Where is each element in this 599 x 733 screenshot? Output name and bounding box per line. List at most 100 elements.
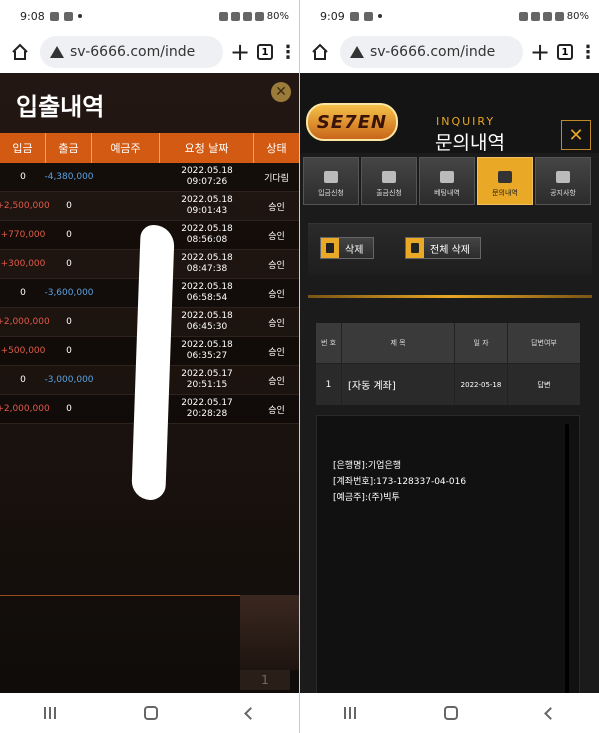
- url-field[interactable]: sv-6666.com/inde: [340, 36, 523, 68]
- delete-button[interactable]: 삭제: [320, 237, 375, 259]
- section-subtitle: INQUIRY: [436, 115, 496, 128]
- deposit-cell: +300,000: [0, 259, 46, 269]
- holder-cell: [92, 192, 160, 220]
- back-icon[interactable]: [544, 706, 557, 720]
- tab-inquiry-history[interactable]: 문의내역: [477, 157, 533, 205]
- card-icon: [382, 171, 396, 183]
- more-notifications-icon: [377, 14, 382, 18]
- tab-switcher-button[interactable]: 1: [557, 44, 573, 60]
- new-tab-icon[interactable]: +: [529, 38, 551, 66]
- battery-level: 80%: [266, 10, 289, 22]
- header-holder: 예금주: [92, 133, 160, 163]
- tab-betting-history[interactable]: 베팅내역: [419, 157, 475, 205]
- more-notifications-icon: [77, 14, 82, 18]
- table-header: 입금 출금 예금주 요청 날짜 상태: [0, 133, 299, 163]
- table-row: +2,500,000 0 2022.05.18 09:01:43 승인: [0, 192, 299, 221]
- answer-box: [은행명]:기업은행 [계좌번호]:173-128337-04-016 [예금주…: [316, 415, 580, 693]
- holder-cell: [92, 163, 160, 191]
- notification-icon: [363, 11, 373, 21]
- withdraw-cell: 0: [66, 317, 72, 327]
- system-nav-bar: [0, 693, 299, 733]
- home-icon[interactable]: [6, 38, 34, 66]
- site-logo: SE7EN: [306, 103, 398, 141]
- withdraw-cell: -3,000,000: [44, 375, 94, 385]
- scrollbar[interactable]: [565, 424, 569, 693]
- more-menu-icon[interactable]: ⋮: [579, 42, 597, 63]
- withdraw-cell: 0: [66, 346, 72, 356]
- bluetooth-icon: [530, 11, 540, 21]
- page-title: 문의내역: [435, 132, 505, 154]
- deposit-cell: +2,000,000: [0, 317, 50, 327]
- date-cell: 2022.05.18 06:45:30: [181, 311, 233, 332]
- warning-icon: [350, 46, 364, 58]
- close-icon[interactable]: ✕: [561, 120, 591, 150]
- withdraw-cell: 0: [66, 230, 72, 240]
- bank-icon: [324, 171, 338, 183]
- gift-icon: [498, 171, 512, 183]
- date-cell: 2022.05.18 06:58:54: [181, 282, 233, 303]
- date-cell: 2022-05-18: [455, 364, 508, 405]
- status-cell: 기다림: [264, 173, 289, 184]
- notification-icon: [349, 11, 359, 21]
- deposit-cell: 0: [20, 172, 26, 182]
- warning-icon: [50, 46, 64, 58]
- tab-notices[interactable]: 공지사항: [535, 157, 591, 205]
- deposit-cell: +770,000: [0, 230, 46, 240]
- answer-text: [은행명]:기업은행 [계좌번호]:173-128337-04-016 [예금주…: [333, 458, 466, 506]
- transaction-history-panel: 입출내역 ✕ 입금 출금 예금주 요청 날짜 상태 0 -4,380,000 2…: [0, 73, 299, 693]
- account-holder-line: [예금주]:(주)빅투: [333, 493, 400, 503]
- inquiry-panel: SE7EN INQUIRY 문의내역 ✕ 입금신청 출금신청 베팅내역 문의내역…: [300, 73, 599, 693]
- home-button-icon[interactable]: [144, 706, 158, 720]
- bank-name-line: [은행명]:기업은행: [333, 461, 402, 471]
- battery-level: 80%: [566, 10, 589, 22]
- tab-withdraw-request[interactable]: 출금신청: [361, 157, 417, 205]
- url-field[interactable]: sv-6666.com/inde: [40, 36, 223, 68]
- recents-icon[interactable]: [44, 707, 56, 719]
- tab-menu: 입금신청 출금신청 베팅내역 문의내역 공지사항: [303, 157, 591, 205]
- background-image: [240, 595, 299, 670]
- home-button-icon[interactable]: [444, 706, 458, 720]
- back-icon[interactable]: [244, 706, 257, 720]
- right-phone-screen: 9:09 80% sv-6666.com/inde + 1 ⋮ SE7EN IN…: [300, 0, 599, 733]
- header-deposit: 입금: [0, 133, 46, 163]
- recents-icon[interactable]: [344, 707, 356, 719]
- deposit-cell: +2,000,000: [0, 404, 50, 414]
- header-withdraw: 출금: [46, 133, 92, 163]
- status-time: 9:09: [320, 9, 345, 23]
- location-icon: [542, 11, 552, 21]
- tab-deposit-request[interactable]: 입금신청: [303, 157, 359, 205]
- table-row[interactable]: 1 [자동 계좌] 2022-05-18 답변: [316, 363, 580, 405]
- deposit-cell: 0: [20, 375, 26, 385]
- close-icon[interactable]: ✕: [271, 82, 291, 102]
- history-icon: [440, 171, 454, 183]
- withdraw-cell: 0: [66, 201, 72, 211]
- url-text: sv-6666.com/inde: [70, 44, 196, 60]
- browser-toolbar: sv-6666.com/inde + 1 ⋮: [0, 32, 299, 72]
- table-header: 번 호 제 목 일 자 답변여부: [316, 323, 580, 363]
- tab-switcher-button[interactable]: 1: [257, 44, 273, 60]
- header-status: 상태: [266, 142, 287, 155]
- header-subject: 제 목: [342, 323, 455, 363]
- location-icon: [242, 11, 252, 21]
- delete-all-button[interactable]: 전체 삭제: [405, 237, 481, 259]
- new-tab-icon[interactable]: +: [229, 38, 251, 66]
- home-icon[interactable]: [306, 38, 334, 66]
- alarm-icon: [518, 11, 528, 21]
- status-cell: 승인: [268, 376, 285, 387]
- header-number: 번 호: [316, 323, 342, 363]
- date-cell: 2022.05.18 09:01:43: [181, 195, 233, 216]
- panel-header: SE7EN INQUIRY 문의내역 ✕: [300, 73, 599, 154]
- date-cell: 2022.05.18 06:35:27: [181, 340, 233, 361]
- status-cell: 승인: [268, 405, 285, 416]
- trash-icon: [406, 238, 424, 258]
- deposit-cell: 0: [20, 288, 26, 298]
- page-number[interactable]: 1: [240, 670, 290, 690]
- header-date: 요청 날짜: [160, 133, 254, 163]
- more-menu-icon[interactable]: ⋮: [279, 42, 297, 63]
- withdraw-cell: 0: [66, 259, 72, 269]
- withdraw-cell: 0: [66, 404, 72, 414]
- status-bar: 9:09 80%: [300, 0, 599, 32]
- signal-icon: [254, 11, 264, 21]
- date-cell: 2022.05.18 08:47:38: [181, 253, 233, 274]
- number-cell: 1: [316, 364, 342, 405]
